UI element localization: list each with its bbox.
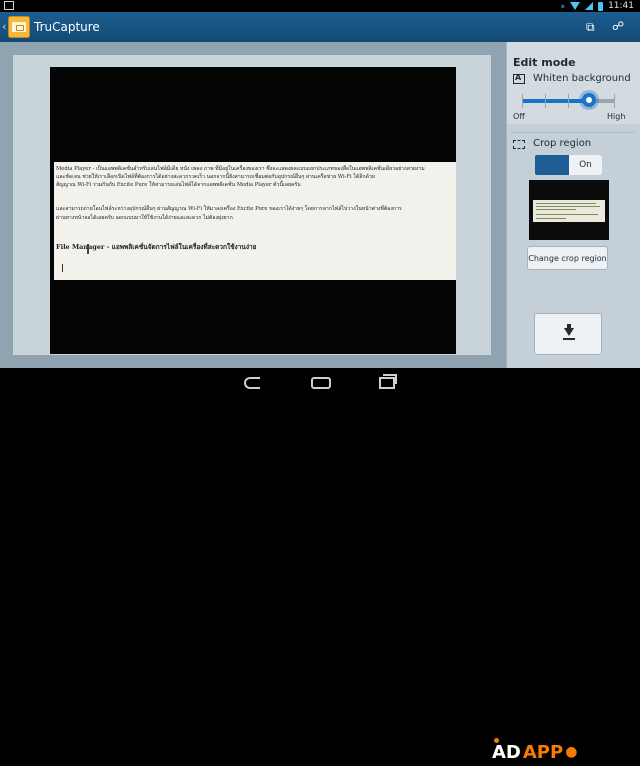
captured-photo[interactable]: Media Player - เป็นแอพพลิเคชั่นสำหรับเล่…: [50, 67, 456, 354]
edit-mode-section: Edit mode Whiten background Off High: [507, 42, 640, 124]
document-line: Media Player - เป็นแอพพลิเคชั่นสำหรับเล่…: [56, 166, 425, 172]
wifi-icon: [570, 2, 581, 10]
bluetooth-icon: ⁎: [560, 1, 566, 11]
slider-tick: [568, 94, 569, 108]
thumbnail-line: [536, 214, 598, 215]
crop-region-icon: [513, 140, 525, 149]
section-divider: [511, 132, 635, 133]
crop-toggle[interactable]: On: [535, 155, 602, 175]
up-caret-icon[interactable]: ‹: [2, 20, 6, 33]
crop-toggle-label: On: [569, 155, 602, 175]
app-icon[interactable]: [8, 16, 30, 38]
document-paper: Media Player - เป็นแอพพลิเคชั่นสำหรับเล่…: [54, 162, 456, 280]
crop-icon[interactable]: ⧉: [586, 20, 598, 34]
slider-tick: [522, 94, 523, 108]
back-icon[interactable]: [244, 377, 260, 389]
crop-thumbnail: [529, 180, 609, 240]
change-crop-button[interactable]: Change crop region: [527, 246, 608, 270]
document-line: สัญญาณ Wi-Fi ร่วมกันกับ Excite Pure ให้ส…: [56, 182, 301, 188]
recent-apps-icon[interactable]: [379, 374, 397, 389]
whiten-label: Whiten background: [533, 73, 631, 84]
crop-region-title: Crop region: [533, 138, 592, 149]
text-cursor-icon: [87, 244, 89, 254]
slider-max-label: High: [607, 112, 626, 121]
status-time: 11:41: [608, 1, 634, 11]
thumbnail-page: [533, 200, 605, 222]
watermark-app: APP: [522, 741, 564, 763]
image-canvas: Media Player - เป็นแอพพลิเคชั่นสำหรับเล่…: [0, 42, 506, 368]
watermark-ad: AD: [492, 737, 521, 763]
save-button[interactable]: [534, 313, 602, 355]
status-bar: ⁎ 11:41: [0, 0, 640, 12]
whiten-slider[interactable]: [522, 93, 615, 108]
watermark-dot: ●: [565, 744, 578, 760]
signal-icon: [585, 2, 594, 10]
slider-tick: [614, 94, 615, 108]
download-arrow: [564, 328, 574, 336]
share-icon[interactable]: ☍: [612, 19, 626, 33]
watermark-logo: AD APP ●: [492, 737, 578, 766]
slider-tick: [545, 94, 546, 108]
whiten-icon: [513, 73, 525, 84]
document-line: ผ่านทางหน้าจอได้เลยครับ ออกแบบมาให้ใช้งา…: [56, 215, 233, 221]
slider-min-label: Off: [513, 112, 525, 121]
slider-thumb[interactable]: [581, 93, 596, 107]
edit-panel: Edit mode Whiten background Off High Cro…: [506, 42, 640, 368]
thumbnail-line: [536, 209, 576, 210]
thumbnail-line: [536, 218, 566, 219]
home-icon[interactable]: [311, 377, 331, 389]
slider-fill: [522, 99, 589, 103]
navigation-bar: AD APP ●: [0, 368, 640, 763]
app-title: TruCapture: [34, 20, 100, 34]
action-bar: ‹ TruCapture ⧉ ☍: [0, 12, 640, 42]
download-base: [563, 338, 575, 340]
battery-icon: [598, 1, 604, 11]
document-line: และชัดเจน ช่วยให้เราเลือกเปิดไฟล์ที่ต้อง…: [56, 174, 375, 180]
status-icons: ⁎ 11:41: [561, 0, 634, 12]
thumbnail-line: [536, 203, 596, 204]
preview-frame: Media Player - เป็นแอพพลิเคชั่นสำหรับเล่…: [13, 55, 491, 355]
screenshot-notification-icon: [4, 1, 14, 10]
edit-mode-title: Edit mode: [513, 56, 576, 69]
document-line: และสามารถถ่ายโอนไฟล์ระหว่างอุปกรณ์อื่นๆ …: [56, 206, 402, 212]
thumbnail-line: [536, 206, 600, 207]
text-caret: [62, 264, 63, 272]
